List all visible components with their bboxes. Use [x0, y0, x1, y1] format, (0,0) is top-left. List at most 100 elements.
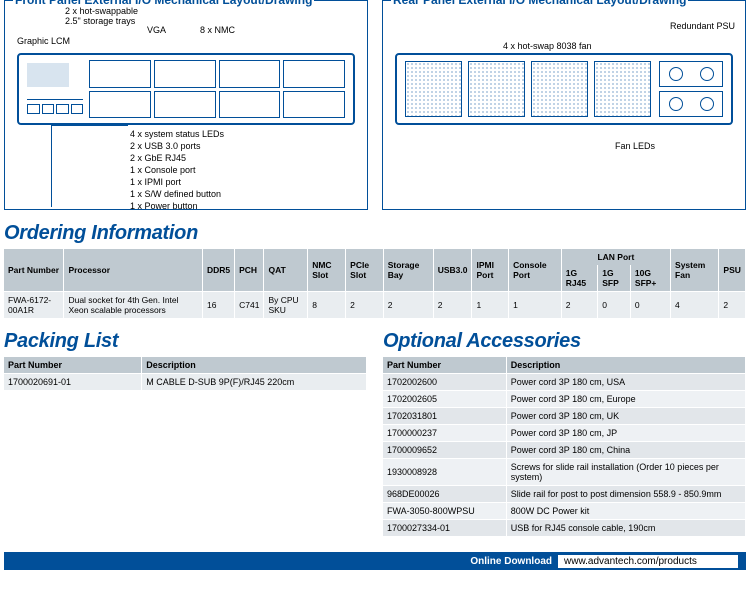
cell-part: 968DE00026	[383, 486, 506, 503]
label-nmc: 8 x NMC	[200, 25, 235, 35]
download-label: Online Download	[470, 556, 552, 567]
col-nmc: NMC Slot	[308, 249, 346, 292]
nmc-slots	[89, 60, 345, 118]
cell-part: FWA-3050-800WPSU	[383, 503, 506, 520]
ordering-table: Part Number Processor DDR5 PCH QAT NMC S…	[4, 249, 746, 318]
cell-ipmi: 1	[472, 292, 509, 319]
cell-desc: Power cord 3P 180 cm, UK	[506, 408, 745, 425]
cell-ddr5: 16	[202, 292, 234, 319]
table-row: 1702002605Power cord 3P 180 cm, Europe	[383, 391, 746, 408]
cell-usb: 2	[433, 292, 472, 319]
col-qat: QAT	[264, 249, 308, 292]
ordering-heading: Ordering Information	[4, 222, 746, 245]
col-lan-sfp: 1G SFP	[598, 265, 631, 292]
front-callout-stack: 4 x system status LEDs 2 x USB 3.0 ports…	[130, 128, 224, 212]
cell-console: 1	[509, 292, 562, 319]
cell-desc: Power cord 3P 180 cm, USA	[506, 374, 745, 391]
col-sbay: Storage Bay	[383, 249, 433, 292]
col-pch: PCH	[235, 249, 264, 292]
table-row: 1700009652Power cord 3P 180 cm, China	[383, 442, 746, 459]
cell-psu: 2	[719, 292, 746, 319]
cell-pcie: 2	[346, 292, 384, 319]
col-processor: Processor	[64, 249, 203, 292]
accessories-heading: Optional Accessories	[383, 330, 746, 353]
cell-part: 1700027334-01	[383, 520, 506, 537]
label-graphic-lcm: Graphic LCM	[17, 36, 70, 46]
col-lan: LAN Port	[561, 249, 670, 265]
cell-sbay: 2	[383, 292, 433, 319]
cell-desc: Slide rail for post to post dimension 55…	[506, 486, 745, 503]
cell-part: 1702002605	[383, 391, 506, 408]
label-hotswap-fan: 4 x hot-swap 8038 fan	[503, 41, 592, 51]
packing-table: Part Number Description 1700020691-01 M …	[4, 357, 367, 390]
col-sysfan: System Fan	[671, 249, 719, 292]
table-row: 1700027334-01USB for RJ45 console cable,…	[383, 520, 746, 537]
label-storage-trays: 2 x hot-swappable 2.5" storage trays	[65, 7, 138, 27]
table-row: 1702002600Power cord 3P 180 cm, USA	[383, 374, 746, 391]
rear-device-outline	[395, 53, 733, 125]
col-ipmi: IPMI Port	[472, 249, 509, 292]
cell-desc: USB for RJ45 console cable, 190cm	[506, 520, 745, 537]
label-redundant-psu: Redundant PSU	[670, 21, 735, 31]
cell-desc: M CABLE D-SUB 9P(F)/RJ45 220cm	[142, 374, 367, 391]
footer-bar: Online Download www.advantech.com/produc…	[4, 552, 746, 570]
accessories-table: Part Number Description 1702002600Power …	[383, 357, 746, 536]
col-desc: Description	[142, 357, 367, 374]
cell-sysfan: 4	[671, 292, 719, 319]
cell-part: 1702031801	[383, 408, 506, 425]
cell-part: FWA-6172-00A1R	[4, 292, 64, 319]
cell-proc: Dual socket for 4th Gen. Intel Xeon scal…	[64, 292, 203, 319]
table-row: 1702031801Power cord 3P 180 cm, UK	[383, 408, 746, 425]
callout-item: 1 x Console port	[130, 164, 224, 176]
label-vga: VGA	[147, 25, 166, 35]
cell-part: 1702002600	[383, 374, 506, 391]
front-panel-diagram: Front Panel External I/O Mechanical Layo…	[4, 0, 368, 210]
label-fan-leds: Fan LEDs	[615, 141, 655, 151]
cell-desc: Power cord 3P 180 cm, Europe	[506, 391, 745, 408]
callout-item: 1 x Power button	[130, 200, 224, 212]
col-pcie: PCIe Slot	[346, 249, 384, 292]
cell-lan-sfpp: 0	[630, 292, 670, 319]
front-device-outline	[17, 53, 355, 125]
table-row: FWA-3050-800WPSU800W DC Power kit	[383, 503, 746, 520]
table-row: 968DE00026Slide rail for post to post di…	[383, 486, 746, 503]
table-row: FWA-6172-00A1R Dual socket for 4th Gen. …	[4, 292, 746, 319]
cell-desc: Screws for slide rail installation (Orde…	[506, 459, 745, 486]
packing-heading: Packing List	[4, 330, 367, 353]
col-console: Console Port	[509, 249, 562, 292]
callout-item: 2 x GbE RJ45	[130, 152, 224, 164]
cell-part: 1700020691-01	[4, 374, 142, 391]
cell-part: 1700009652	[383, 442, 506, 459]
callout-lines	[51, 125, 131, 207]
table-row: 1700020691-01 M CABLE D-SUB 9P(F)/RJ45 2…	[4, 374, 367, 391]
cell-lan-sfp: 0	[598, 292, 631, 319]
cell-lan-rj45: 2	[561, 292, 597, 319]
rear-panel-diagram: Rear Panel External I/O Mechanical Layou…	[382, 0, 746, 210]
cell-desc: Power cord 3P 180 cm, China	[506, 442, 745, 459]
callout-item: 1 x S/W defined button	[130, 188, 224, 200]
table-row: 1700000237Power cord 3P 180 cm, JP	[383, 425, 746, 442]
cell-qat: By CPU SKU	[264, 292, 308, 319]
table-row: 1930008928Screws for slide rail installa…	[383, 459, 746, 486]
callout-item: 1 x IPMI port	[130, 176, 224, 188]
cell-part: 1700000237	[383, 425, 506, 442]
callout-item: 4 x system status LEDs	[130, 128, 224, 140]
cell-desc: 800W DC Power kit	[506, 503, 745, 520]
col-usb: USB3.0	[433, 249, 472, 292]
col-psu: PSU	[719, 249, 746, 292]
rear-panel-title: Rear Panel External I/O Mechanical Layou…	[391, 0, 688, 7]
col-part: Part Number	[4, 249, 64, 292]
col-desc: Description	[506, 357, 745, 374]
rear-fans	[405, 61, 651, 117]
callout-item: 2 x USB 3.0 ports	[130, 140, 224, 152]
front-ports	[27, 99, 83, 117]
lcm-rect	[27, 63, 69, 87]
cell-nmc: 8	[308, 292, 346, 319]
col-ddr5: DDR5	[202, 249, 234, 292]
cell-part: 1930008928	[383, 459, 506, 486]
col-part: Part Number	[383, 357, 506, 374]
download-link[interactable]: www.advantech.com/products	[558, 555, 738, 568]
rear-psu	[659, 61, 723, 117]
col-part: Part Number	[4, 357, 142, 374]
cell-desc: Power cord 3P 180 cm, JP	[506, 425, 745, 442]
